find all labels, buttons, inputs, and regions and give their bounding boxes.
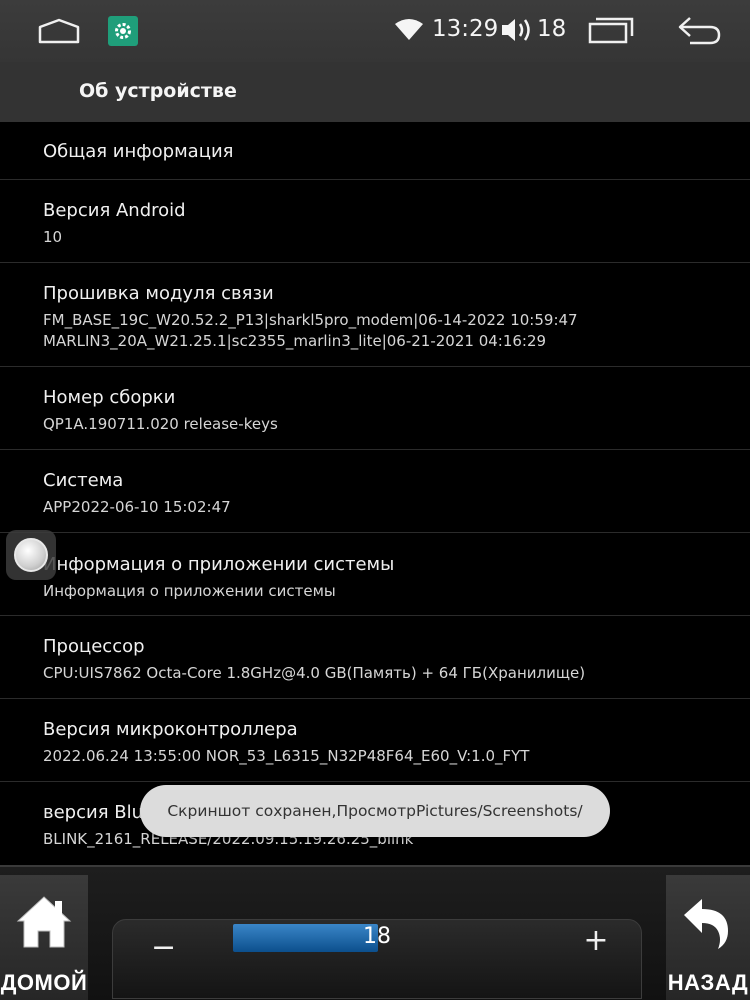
status-volume-value: 18: [537, 16, 567, 42]
home-button[interactable]: ДОМОЙ: [0, 875, 88, 1000]
list-item-title: Общая информация: [43, 141, 234, 162]
volume-panel: − 18 +: [112, 919, 642, 999]
assistive-touch-button[interactable]: [6, 530, 56, 580]
list-item-baseband[interactable]: Прошивка модуля связи FM_BASE_19C_W20.52…: [0, 263, 750, 367]
list-item-title: Информация о приложении системы: [43, 554, 395, 575]
volume-plus-button[interactable]: +: [583, 926, 609, 956]
list-item-title: Процессор: [43, 636, 145, 657]
page-title: Об устройстве: [79, 80, 237, 102]
list-item-subtitle: CPU:UIS7862 Octa-Core 1.8GHz@4.0 GB(Памя…: [43, 664, 586, 682]
list-item-title: Версия микроконтроллера: [43, 719, 298, 740]
minus-glyph: −: [151, 930, 177, 965]
volume-slider[interactable]: [233, 924, 378, 952]
list-item-general-info[interactable]: Общая информация: [0, 122, 750, 180]
back-button[interactable]: НАЗАД: [666, 875, 750, 1000]
curved-back-arrow-icon: [680, 895, 732, 955]
volume-value: 18: [363, 924, 391, 949]
list-item-subtitle-2: MARLIN3_20A_W21.25.1|sc2355_marlin3_lite…: [43, 332, 547, 350]
list-item-android-version[interactable]: Версия Android 10: [0, 180, 750, 263]
title-bar: Об устройстве: [0, 62, 750, 122]
list-item-subtitle: APP2022-06-10 15:02:47: [43, 498, 231, 516]
volume-icon: [500, 16, 534, 48]
screen: 13:29 18 Об устройстве Общая информация …: [0, 0, 750, 1000]
status-bar: 13:29 18: [0, 0, 750, 62]
bottom-bar: ДОМОЙ − 18 + НАЗАД: [0, 865, 750, 1000]
list-item-processor[interactable]: Процессор CPU:UIS7862 Octa-Core 1.8GHz@4…: [0, 616, 750, 699]
list-item-subtitle: 10: [43, 228, 63, 246]
home-label: ДОМОЙ: [0, 970, 88, 995]
house-icon: [14, 893, 74, 955]
list-item-system[interactable]: Система APP2022-06-10 15:02:47: [0, 450, 750, 533]
list-item-title: Прошивка модуля связи: [43, 283, 274, 304]
list-item-title: Номер сборки: [43, 387, 176, 408]
list-item-subtitle: 2022.06.24 13:55:00 NOR_53_L6315_N32P48F…: [43, 747, 530, 765]
list-item-build-number[interactable]: Номер сборки QP1A.190711.020 release-key…: [0, 367, 750, 450]
list-item-subtitle: Информация о приложении системы: [43, 582, 336, 600]
wifi-icon: [394, 19, 424, 45]
home-outline-icon[interactable]: [38, 18, 80, 48]
settings-gear-icon[interactable]: [108, 16, 138, 46]
info-list: Общая информация Версия Android 10 Проши…: [0, 122, 750, 872]
list-item-title: Система: [43, 470, 124, 491]
list-item-system-app-info[interactable]: Информация о приложении системы Информац…: [0, 533, 750, 616]
list-item-mcu-version[interactable]: Версия микроконтроллера 2022.06.24 13:55…: [0, 699, 750, 782]
recents-icon[interactable]: [588, 16, 634, 48]
assistive-ball-icon: [14, 538, 48, 572]
volume-minus-button[interactable]: −: [151, 928, 177, 968]
list-item-subtitle: FM_BASE_19C_W20.52.2_P13|sharkl5pro_mode…: [43, 311, 578, 329]
back-arrow-icon[interactable]: [676, 14, 722, 50]
status-time: 13:29: [432, 16, 499, 42]
toast-message: Скриншот сохранен,ПросмотрPictures/Scree…: [140, 785, 610, 837]
back-label: НАЗАД: [667, 970, 749, 995]
list-item-subtitle: QP1A.190711.020 release-keys: [43, 415, 278, 433]
list-item-title: Версия Android: [43, 200, 186, 221]
